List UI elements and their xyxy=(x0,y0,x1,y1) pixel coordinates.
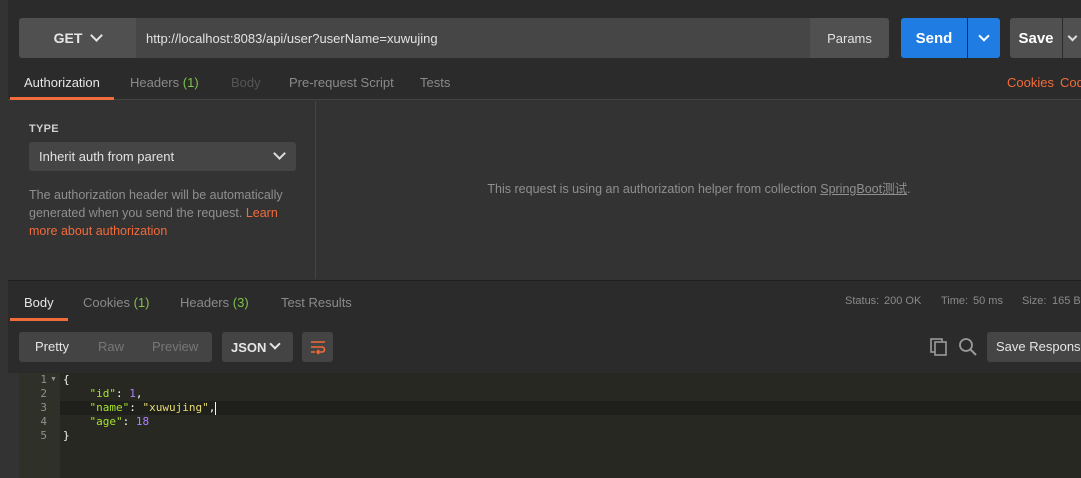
response-tab-body[interactable]: Body xyxy=(10,287,68,321)
auth-description-text: The authorization header will be automat… xyxy=(29,188,283,220)
pretty-button[interactable]: Pretty xyxy=(35,332,69,362)
wrap-lines-button[interactable] xyxy=(302,332,333,362)
response-tab-headers-label: Headers xyxy=(180,295,230,310)
save-response-button[interactable]: Save Response xyxy=(987,332,1081,362)
line-number: 1 xyxy=(40,373,47,386)
raw-button[interactable]: Raw xyxy=(98,332,124,362)
search-icon xyxy=(959,338,977,356)
tab-tests[interactable]: Tests xyxy=(420,68,450,100)
method-select[interactable]: GET xyxy=(19,18,136,58)
params-button[interactable]: Params xyxy=(810,18,889,58)
chevron-down-icon xyxy=(978,30,990,42)
method-label: GET xyxy=(53,30,83,46)
send-button[interactable]: Send xyxy=(901,18,967,58)
response-tab-headers[interactable]: Headers (3) xyxy=(180,287,249,321)
copy-icon xyxy=(930,338,947,356)
code-link[interactable]: Code xyxy=(1060,68,1081,100)
helper-text: This request is using an authorization h… xyxy=(487,182,821,196)
json-key: "id" xyxy=(89,387,117,400)
text-cursor xyxy=(215,401,217,415)
send-dropdown-button[interactable] xyxy=(968,18,1000,58)
code-line: } xyxy=(63,429,70,443)
response-headers-count-badge: (3) xyxy=(232,295,249,310)
auth-type-value: Inherit auth from parent xyxy=(39,149,175,164)
line-number: 4 xyxy=(40,415,47,428)
headers-count-badge: (1) xyxy=(182,75,199,90)
auth-description: The authorization header will be automat… xyxy=(29,186,299,240)
json-number: 1 xyxy=(129,387,136,400)
code-line: { xyxy=(63,373,70,387)
time-value: 50 ms xyxy=(973,295,1003,307)
json-key: "name" xyxy=(89,401,130,414)
cookies-link[interactable]: Cookies xyxy=(1007,68,1054,100)
json-number: 18 xyxy=(135,415,150,428)
fold-arrow-icon[interactable]: ▼ xyxy=(50,373,57,387)
status-label: Status: xyxy=(845,295,880,307)
format-select[interactable]: JSON xyxy=(222,332,293,362)
line-number: 3 xyxy=(40,401,47,414)
status-value: 200 OK xyxy=(884,295,922,307)
chevron-down-icon xyxy=(273,147,286,160)
line-number: 5 xyxy=(40,429,47,442)
search-button[interactable] xyxy=(958,337,978,357)
copy-button[interactable] xyxy=(929,337,949,357)
tab-body[interactable]: Body xyxy=(231,68,261,100)
format-value: JSON xyxy=(231,339,267,355)
chevron-down-icon xyxy=(90,29,104,42)
collection-link[interactable]: SpringBoot测试 xyxy=(820,182,907,196)
save-button[interactable]: Save xyxy=(1010,18,1062,58)
tab-headers[interactable]: Headers (1) xyxy=(130,68,199,100)
url-input[interactable]: http://localhost:8083/api/user?userName=… xyxy=(136,18,810,58)
tab-authorization[interactable]: Authorization xyxy=(10,68,114,100)
code-line: "name": "xuwujing", xyxy=(89,401,217,415)
size-label: Size: xyxy=(1022,295,1047,307)
json-key: "age" xyxy=(89,415,123,428)
wrap-lines-icon xyxy=(310,341,325,355)
time-label: Time: xyxy=(941,295,969,307)
size-value: 165 B xyxy=(1052,295,1081,307)
code-line: "id": 1, xyxy=(89,387,143,400)
json-string: "xuwujing" xyxy=(142,401,209,414)
response-body-editor[interactable] xyxy=(19,373,1081,478)
response-tab-test-results[interactable]: Test Results xyxy=(281,287,352,321)
response-tab-cookies-label: Cookies xyxy=(83,295,130,310)
response-tab-cookies[interactable]: Cookies (1) xyxy=(83,287,149,321)
brace: } xyxy=(63,429,70,442)
save-dropdown-button[interactable] xyxy=(1063,18,1081,58)
auth-type-select[interactable]: Inherit auth from parent xyxy=(29,142,296,171)
tab-authorization-label: Authorization xyxy=(24,75,100,90)
chevron-down-icon xyxy=(269,338,281,350)
helper-suffix: . xyxy=(907,182,911,196)
brace: { xyxy=(63,373,70,386)
url-text: http://localhost:8083/api/user?userName=… xyxy=(146,30,438,46)
tab-headers-label: Headers xyxy=(130,75,180,90)
cookies-count-badge: (1) xyxy=(133,295,150,310)
preview-button[interactable]: Preview xyxy=(152,332,198,362)
request-tabs: Authorization Headers (1) Body Pre-reque… xyxy=(8,68,1081,100)
tab-pre-request-script[interactable]: Pre-request Script xyxy=(289,68,394,100)
chevron-down-icon xyxy=(1067,31,1077,41)
auth-helper-message: This request is using an authorization h… xyxy=(317,178,1081,197)
code-line: "age": 18 xyxy=(89,415,150,428)
line-number: 2 xyxy=(40,387,47,400)
auth-type-label: TYPE xyxy=(29,123,59,135)
